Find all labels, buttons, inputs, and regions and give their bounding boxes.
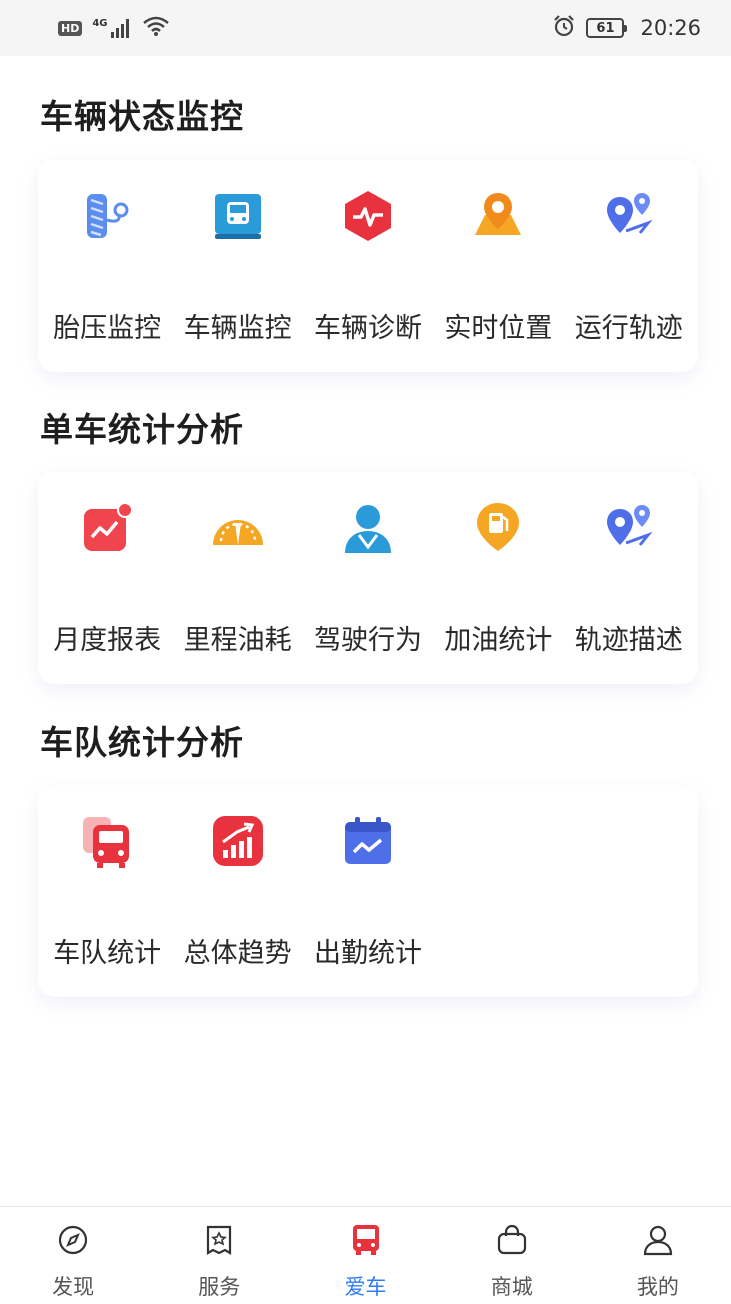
section-title-single-vehicle: 单车统计分析 (40, 410, 244, 449)
overall-trend-label: 总体趋势 (183, 938, 292, 969)
track-icon (601, 500, 657, 556)
realtime-location-button[interactable]: 实时位置 (433, 160, 563, 372)
track-description-label: 轨迹描述 (574, 625, 683, 656)
clock: 20:26 (640, 16, 701, 40)
vehicle-diagnosis-button[interactable]: 车辆诊断 (303, 160, 433, 372)
track-icon (601, 188, 657, 244)
bus-monitor-icon (210, 188, 266, 244)
tab-label: 发现 (52, 1275, 95, 1299)
track-description-button[interactable]: 轨迹描述 (564, 472, 694, 684)
tire-pressure-button[interactable]: 胎压监控 (42, 160, 172, 372)
status-left: HD 4G (58, 15, 170, 42)
attendance-stats-label: 出勤统计 (313, 938, 422, 969)
shopping-bag-icon (495, 1223, 529, 1257)
attendance-stats-button[interactable]: 出勤统计 (303, 785, 433, 997)
section-title-fleet: 车队统计分析 (40, 723, 244, 762)
person-icon (641, 1223, 675, 1257)
mileage-fuel-label: 里程油耗 (183, 625, 292, 656)
monthly-report-label: 月度报表 (53, 625, 162, 656)
battery-indicator: 61 (586, 18, 628, 38)
diagnosis-icon (340, 188, 396, 244)
overall-trend-button[interactable]: 总体趋势 (172, 785, 302, 997)
fleet-stats-button[interactable]: 车队统计 (42, 785, 172, 997)
fleet-stats-label: 车队统计 (53, 938, 162, 969)
running-track-button[interactable]: 运行轨迹 (564, 160, 694, 372)
tab-label: 我的 (636, 1275, 679, 1299)
driving-behavior-label: 驾驶行为 (313, 625, 422, 656)
tab-discover[interactable]: 发现 (0, 1207, 146, 1304)
vehicle-diagnosis-label: 车辆诊断 (313, 313, 422, 344)
monthly-report-button[interactable]: 月度报表 (42, 472, 172, 684)
status-right: 61 20:26 (552, 14, 701, 43)
mileage-fuel-button[interactable]: 里程油耗 (172, 472, 302, 684)
refuel-stats-button[interactable]: 加油统计 (433, 472, 563, 684)
refuel-stats-label: 加油统计 (444, 625, 553, 656)
driver-icon (340, 500, 396, 556)
bus-icon (349, 1223, 383, 1257)
vehicle-status-card: 胎压监控 车辆监控 车辆诊断 实时位置 运行轨迹 (38, 160, 698, 372)
attendance-calendar-icon (340, 813, 396, 869)
section-title-vehicle-status: 车辆状态监控 (40, 97, 244, 136)
alarm-icon (552, 14, 576, 43)
driving-behavior-button[interactable]: 驾驶行为 (303, 472, 433, 684)
fleet-card: 车队统计 总体趋势 出勤统计 (38, 785, 698, 997)
tab-service[interactable]: 服务 (146, 1207, 292, 1304)
tire-pressure-icon (79, 188, 135, 244)
compass-icon (56, 1223, 90, 1257)
tab-label: 爱车 (344, 1275, 387, 1299)
tab-mall[interactable]: 商城 (439, 1207, 585, 1304)
wifi-icon (142, 15, 170, 42)
tire-pressure-label: 胎压监控 (53, 313, 162, 344)
single-vehicle-card: 月度报表 里程油耗 驾驶行为 加油统计 轨迹描述 (38, 472, 698, 684)
fleet-icon (79, 813, 135, 869)
tab-my-car[interactable]: 爱车 (292, 1207, 438, 1304)
tab-mine[interactable]: 我的 (585, 1207, 731, 1304)
hd-badge: HD (58, 20, 83, 36)
signal-icon: 4G (92, 18, 131, 38)
status-bar: HD 4G 61 20:26 (0, 0, 731, 56)
bottom-tab-bar: 发现 服务 爱车 商城 我的 (0, 1206, 731, 1304)
running-track-label: 运行轨迹 (574, 313, 683, 344)
vehicle-monitor-button[interactable]: 车辆监控 (172, 160, 302, 372)
network-label: 4G (92, 18, 108, 29)
fuel-icon (470, 500, 526, 556)
monthly-report-icon (79, 500, 135, 556)
tab-label: 服务 (198, 1275, 241, 1299)
speedometer-icon (210, 500, 266, 556)
location-map-icon (470, 188, 526, 244)
vehicle-monitor-label: 车辆监控 (183, 313, 292, 344)
tab-label: 商城 (490, 1275, 533, 1299)
trend-icon (210, 813, 266, 869)
service-icon (202, 1223, 236, 1257)
realtime-location-label: 实时位置 (444, 313, 553, 344)
